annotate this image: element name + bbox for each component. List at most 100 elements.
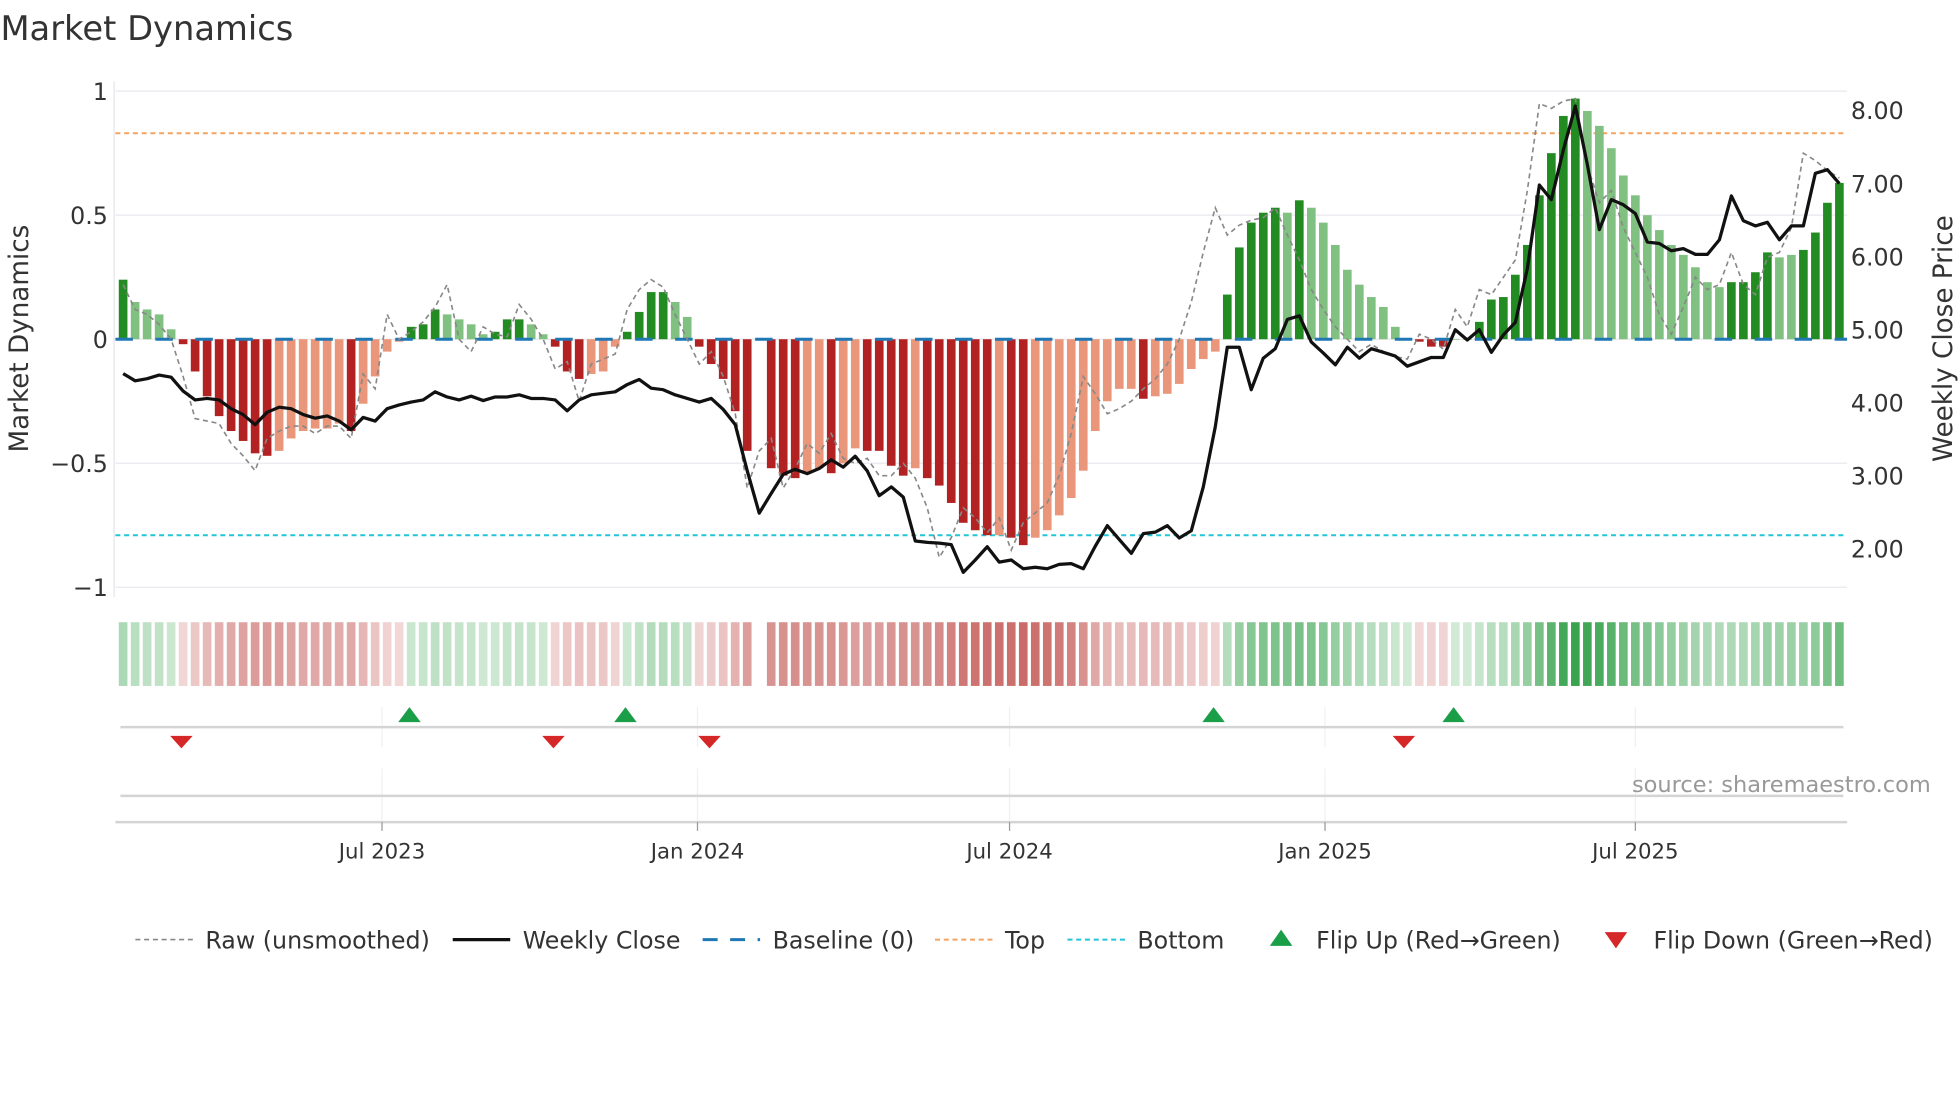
momentum-bar xyxy=(130,302,140,340)
heatmap-cell xyxy=(874,622,884,686)
legend-label: Bottom xyxy=(1137,926,1224,954)
momentum-bar xyxy=(778,339,788,476)
momentum-bar xyxy=(1679,254,1688,340)
momentum-bar xyxy=(586,339,596,374)
heatmap-cell xyxy=(1427,622,1436,686)
y-tick-label: 0.5 xyxy=(70,202,108,230)
heatmap-cell xyxy=(1739,622,1748,686)
heatmap-cell xyxy=(934,622,944,686)
heatmap-cell xyxy=(1222,622,1232,686)
legend-label: Top xyxy=(1004,926,1045,954)
momentum-bar xyxy=(1787,254,1796,340)
momentum-bar xyxy=(1378,306,1388,340)
heatmap-cell xyxy=(994,622,1004,686)
heatmap-cell xyxy=(574,622,584,686)
heatmap-cell xyxy=(550,622,560,686)
momentum-bar xyxy=(514,319,524,340)
heatmap-cell xyxy=(694,622,704,686)
heatmap-cell xyxy=(1294,622,1304,686)
momentum-bar xyxy=(466,324,476,340)
heatmap-cell xyxy=(478,622,488,686)
momentum-bar xyxy=(1270,207,1280,340)
momentum-bar xyxy=(346,339,356,432)
raw-line xyxy=(122,97,1840,560)
y-axis-label: Market Dynamics xyxy=(5,225,35,453)
heatmap-cell xyxy=(778,622,788,686)
heatmap-cell xyxy=(1547,622,1556,686)
y2-tick-label: 6.00 xyxy=(1851,243,1904,271)
heatmap-cell xyxy=(1078,622,1088,686)
heatmap-cell xyxy=(1511,622,1520,686)
heatmap-cell xyxy=(1330,622,1340,686)
heatmap-cell xyxy=(298,622,308,686)
legend-label: Flip Up (Red→Green) xyxy=(1316,926,1561,954)
heatmap-cell xyxy=(490,622,500,686)
heatmap-cell xyxy=(1342,622,1352,686)
heatmap-cell xyxy=(286,622,296,686)
flip-down-icon xyxy=(1604,932,1628,949)
heatmap-cell xyxy=(202,622,212,686)
flip-markers-panel xyxy=(115,707,1848,824)
y-tick-label: −1 xyxy=(73,574,108,602)
legend-item-flip_down: Flip Down (Green→Red) xyxy=(1604,926,1933,954)
momentum-bar xyxy=(562,339,572,372)
heatmap-cell xyxy=(562,622,572,686)
heatmap-cell xyxy=(274,622,284,686)
heatmap-cell xyxy=(814,622,824,686)
flip-up-marker xyxy=(614,707,637,723)
momentum-bar xyxy=(850,339,860,449)
heatmap-cell xyxy=(1174,622,1184,686)
momentum-bar xyxy=(274,339,284,451)
heatmap-cell xyxy=(1114,622,1124,686)
momentum-bar xyxy=(634,311,644,340)
heatmap-cell xyxy=(1018,622,1028,686)
heatmap-cell xyxy=(1823,622,1832,686)
momentum-bar xyxy=(1210,339,1220,352)
heatmap-cell xyxy=(1523,622,1532,686)
legend-item-flip_up: Flip Up (Red→Green) xyxy=(1269,926,1561,954)
momentum-bar xyxy=(802,339,812,474)
y2-tick-label: 4.00 xyxy=(1851,390,1904,418)
momentum-bar xyxy=(310,339,320,429)
momentum-bar xyxy=(1258,212,1268,340)
heatmap-cell xyxy=(718,622,728,686)
momentum-bar xyxy=(742,339,752,451)
momentum-bar xyxy=(214,339,224,417)
heatmap-cell xyxy=(1234,622,1244,686)
heatmap-cell xyxy=(1246,622,1256,686)
momentum-bar xyxy=(874,339,884,451)
heatmap-cell xyxy=(766,622,776,686)
momentum-bar xyxy=(862,339,872,451)
heatmap-cell xyxy=(1715,622,1724,686)
momentum-bar xyxy=(238,339,248,441)
heatmap-cell xyxy=(670,622,680,686)
flip-down-marker xyxy=(170,735,193,749)
y-tick-label: 1 xyxy=(93,78,108,106)
heatmap-cell xyxy=(1703,622,1712,686)
heatmap-cell xyxy=(1775,622,1784,686)
heatmap-cell xyxy=(322,622,332,686)
heatmap-cell xyxy=(1835,622,1844,686)
momentum-bar xyxy=(934,339,944,486)
momentum-bar xyxy=(1390,326,1400,340)
heatmap-cell xyxy=(1126,622,1136,686)
heatmap-cell xyxy=(238,622,248,686)
heatmap-cell xyxy=(982,622,992,686)
momentum-bar xyxy=(1246,222,1256,340)
legend-label: Baseline (0) xyxy=(773,926,915,954)
momentum-bar xyxy=(1078,339,1088,471)
momentum-bar xyxy=(286,339,296,439)
heatmap-cell xyxy=(1390,622,1400,686)
momentum-bar xyxy=(1234,247,1244,340)
heatmap-cell xyxy=(850,622,860,686)
momentum-bar xyxy=(826,339,836,474)
heatmap-cell xyxy=(118,622,128,686)
heatmap-cell xyxy=(418,622,428,686)
heatmap-cell xyxy=(826,622,836,686)
x-tick-label: Jul 2023 xyxy=(337,839,425,864)
heatmap-cell xyxy=(1270,622,1280,686)
legend-label: Weekly Close xyxy=(523,926,681,954)
heatmap-cell xyxy=(358,622,368,686)
legend-item-baseline: Baseline (0) xyxy=(702,926,915,954)
momentum-bar xyxy=(1054,339,1064,516)
